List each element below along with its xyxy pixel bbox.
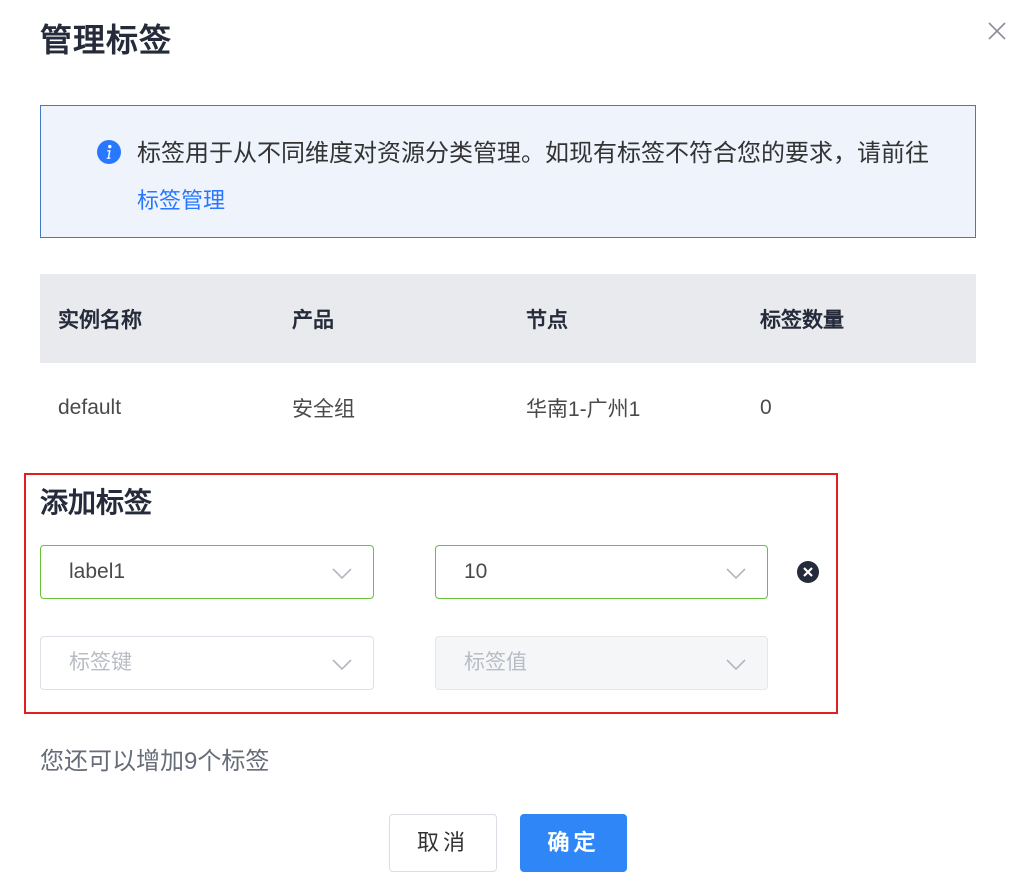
tag-management-link[interactable]: 标签管理 xyxy=(137,188,225,213)
confirm-button[interactable]: 确定 xyxy=(520,814,627,872)
tag-value-placeholder: 标签值 xyxy=(464,651,527,674)
header-product: 产品 xyxy=(292,308,334,332)
info-icon xyxy=(97,140,121,164)
cell-node: 华南1-广州1 xyxy=(526,398,641,421)
remaining-tags-hint: 您还可以增加9个标签 xyxy=(40,748,270,775)
cancel-button[interactable]: 取消 xyxy=(389,814,497,872)
dialog-title: 管理标签 xyxy=(40,22,173,58)
info-text: 标签用于从不同维度对资源分类管理。如现有标签不符合您的要求，请前往 标签管理 xyxy=(137,130,937,224)
chevron-down-icon xyxy=(332,659,352,671)
cell-tag-count: 0 xyxy=(760,396,772,419)
tag-value-select-1[interactable]: 10 xyxy=(435,545,768,599)
add-tags-title: 添加标签 xyxy=(40,487,153,518)
tag-key-select-1[interactable]: label1 xyxy=(40,545,374,599)
table-header: 实例名称 产品 节点 标签数量 xyxy=(40,274,976,363)
info-alert: 标签用于从不同维度对资源分类管理。如现有标签不符合您的要求，请前往 标签管理 xyxy=(40,105,976,238)
chevron-down-icon xyxy=(332,568,352,580)
tag-key-value: label1 xyxy=(69,560,126,583)
header-instance-name: 实例名称 xyxy=(58,308,142,332)
chevron-down-icon xyxy=(726,568,746,580)
instance-table: 实例名称 产品 节点 标签数量 default 安全组 华南1-广州1 0 xyxy=(40,274,976,453)
tag-value-value: 10 xyxy=(464,560,488,583)
header-node: 节点 xyxy=(526,308,568,332)
remove-tag-icon[interactable] xyxy=(796,560,820,584)
tag-key-select-2[interactable]: 标签键 xyxy=(40,636,374,690)
tag-value-select-2[interactable]: 标签值 xyxy=(435,636,768,690)
chevron-down-icon xyxy=(726,659,746,671)
header-tag-count: 标签数量 xyxy=(760,308,844,332)
tag-key-placeholder: 标签键 xyxy=(69,651,132,674)
add-tags-section: 添加标签 label1 10 标签键 标签值 xyxy=(24,473,838,714)
table-row: default 安全组 华南1-广州1 0 xyxy=(40,363,976,453)
cell-instance-name: default xyxy=(58,396,122,419)
close-icon[interactable] xyxy=(986,20,1008,42)
cell-product: 安全组 xyxy=(292,398,355,421)
info-message: 标签用于从不同维度对资源分类管理。如现有标签不符合您的要求，请前往 xyxy=(137,140,929,167)
